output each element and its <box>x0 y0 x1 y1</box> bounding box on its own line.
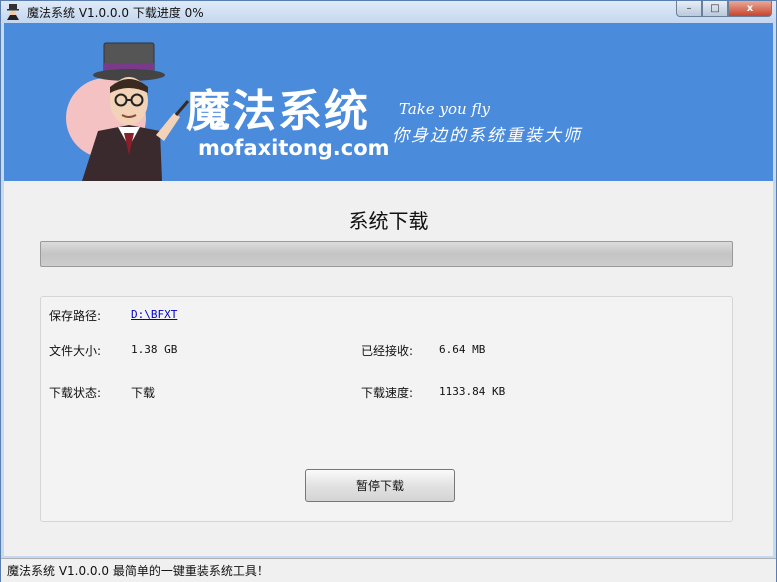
window-controls: – □ x <box>676 1 772 18</box>
close-button[interactable]: x <box>728 1 772 17</box>
tagline-en: Take you fly <box>399 100 490 118</box>
logo-text: 魔法系统 <box>186 86 370 137</box>
maximize-button[interactable]: □ <box>702 1 728 17</box>
client-area: 魔法系统 mofaxitong.com Take you fly 你身边的系统重… <box>4 23 773 556</box>
download-status-label: 下载状态: <box>49 386 102 400</box>
minimize-button[interactable]: – <box>676 1 702 17</box>
download-speed-label: 下载速度: <box>361 386 414 400</box>
close-icon: x <box>746 3 754 14</box>
download-progress-bar <box>40 241 733 267</box>
save-path-link[interactable]: D:\BFXT <box>131 308 177 321</box>
status-bar: 魔法系统 V1.0.0.0 最简单的一键重装系统工具！ <box>1 558 776 582</box>
download-info-panel: 保存路径: D:\BFXT 文件大小: 1.38 GB 已经接收: 6.64 M… <box>40 296 733 522</box>
received-label: 已经接收: <box>361 344 414 358</box>
maximize-icon: □ <box>710 3 720 14</box>
wizard-app-icon <box>7 4 19 20</box>
download-title: 系统下载 <box>348 209 429 233</box>
download-speed-value: 1133.84 KB <box>439 385 506 398</box>
received-value: 6.64 MB <box>439 343 486 356</box>
file-size-label: 文件大小: <box>49 344 102 358</box>
file-size-value: 1.38 GB <box>131 343 178 356</box>
window-title: 魔法系统 V1.0.0.0 下载进度 0% <box>27 6 204 20</box>
logo-url: mofaxitong.com <box>198 136 390 160</box>
app-window: 魔法系统 V1.0.0.0 下载进度 0% – □ x 魔法系统 mofaxit… <box>0 0 777 582</box>
banner: 魔法系统 mofaxitong.com Take you fly 你身边的系统重… <box>4 23 773 181</box>
title-bar[interactable]: 魔法系统 V1.0.0.0 下载进度 0% – □ x <box>1 1 776 23</box>
save-path-label: 保存路径: <box>49 309 102 323</box>
tagline-cn: 你身边的系统重装大师 <box>392 126 582 146</box>
status-bar-text: 魔法系统 V1.0.0.0 最简单的一键重装系统工具！ <box>7 564 269 578</box>
download-status-value: 下载 <box>131 386 156 400</box>
pause-download-button[interactable]: 暂停下载 <box>305 469 455 502</box>
minimize-icon: – <box>686 3 692 14</box>
